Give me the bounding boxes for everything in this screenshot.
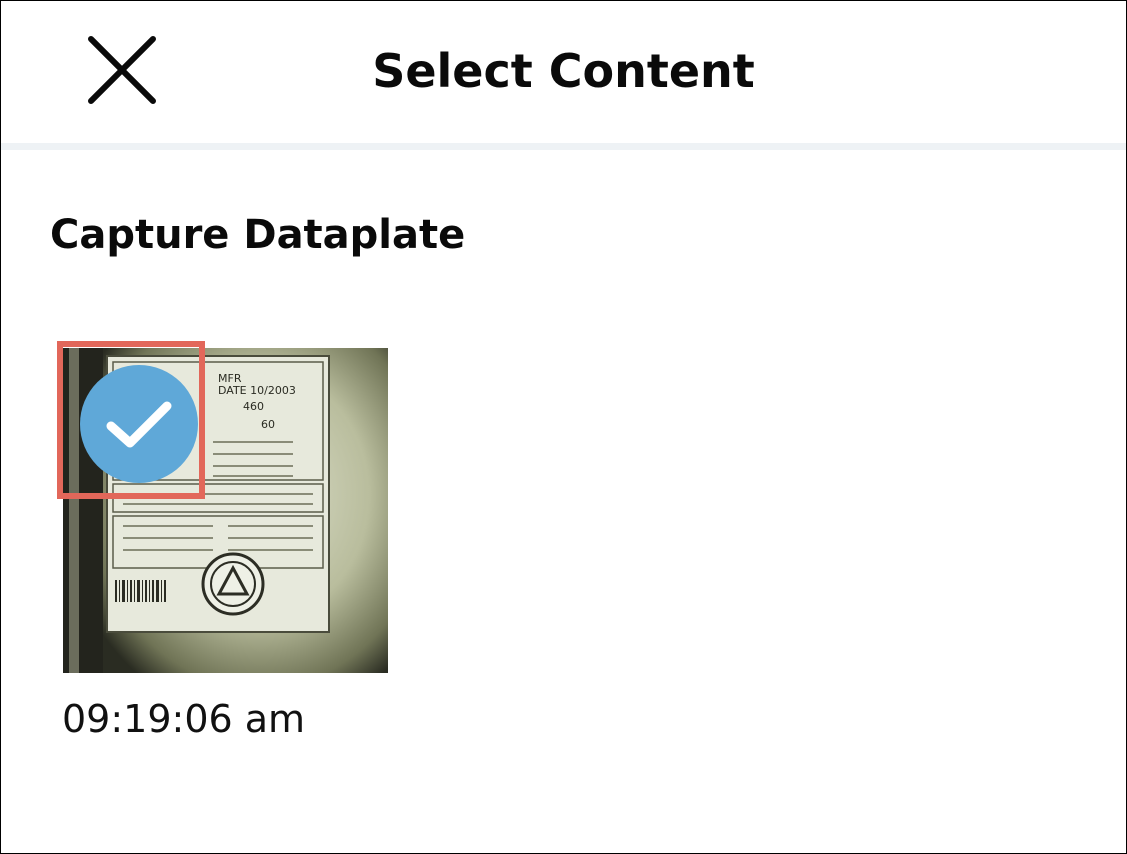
header-bar: Select Content [1, 1, 1126, 143]
header-divider [1, 143, 1126, 150]
capture-timestamp: 09:19:06 am [62, 697, 306, 741]
plate-hz-text: 60 [261, 418, 275, 431]
selection-highlight [57, 341, 205, 499]
plate-date-text: DATE 10/2003 [218, 384, 296, 397]
select-content-screen: Select Content Capture Dataplate MFR DAT… [0, 0, 1127, 854]
plate-volts-text: 460 [243, 400, 264, 413]
page-title: Select Content [372, 44, 755, 98]
section-title: Capture Dataplate [50, 212, 466, 258]
